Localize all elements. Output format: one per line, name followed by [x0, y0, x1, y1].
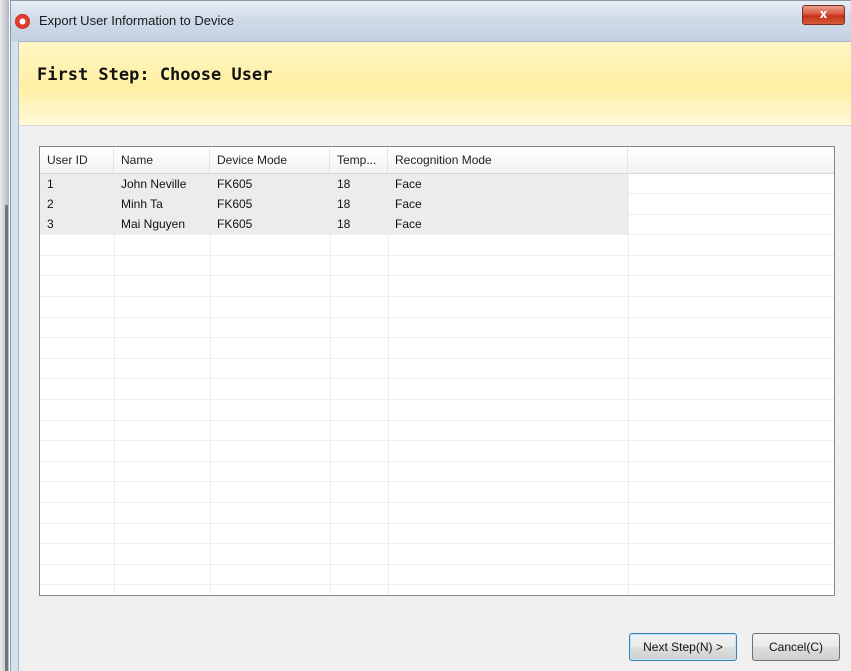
table-cell: 18	[337, 197, 351, 211]
step-header: First Step: Choose User	[19, 42, 851, 126]
column-header-3[interactable]: Temp...	[330, 147, 388, 173]
column-header-5[interactable]	[628, 147, 834, 173]
table-cell: John Neville	[121, 177, 187, 191]
column-header-4[interactable]: Recognition Mode	[388, 147, 628, 173]
table-cell: 3	[47, 217, 54, 231]
column-header-0[interactable]: User ID	[40, 147, 114, 173]
table-cell: Face	[395, 177, 422, 191]
table-row[interactable]: 2 Minh Ta FK605 18 Face	[40, 194, 628, 214]
window-title: Export User Information to Device	[39, 13, 235, 28]
app-icon	[15, 14, 30, 29]
table-cell: FK605	[217, 217, 253, 231]
table-cell: Minh Ta	[121, 197, 163, 211]
table-cell: 1	[47, 177, 54, 191]
step-title: First Step: Choose User	[37, 65, 273, 85]
table-cell: Face	[395, 217, 422, 231]
table-cell: Face	[395, 197, 422, 211]
table-cell: 2	[47, 197, 54, 211]
cancel-button[interactable]: Cancel(C)	[752, 633, 840, 661]
table-row[interactable]: 3 Mai Nguyen FK605 18 Face	[40, 214, 628, 234]
close-button[interactable]: x	[802, 5, 845, 25]
title-bar: Export User Information to Device x	[11, 1, 851, 41]
column-header-2[interactable]: Device Mode	[210, 147, 330, 173]
table-cell: 18	[337, 217, 351, 231]
user-list[interactable]: User ID Name Device Mode Temp... Recognition…	[39, 146, 835, 596]
column-header-1[interactable]: Name	[114, 147, 210, 173]
table-cell: Mai Nguyen	[121, 217, 186, 231]
export-dialog: Export User Information to Device x Firs…	[10, 0, 851, 671]
table-cell: FK605	[217, 177, 253, 191]
next-step-button[interactable]: Next Step(N) >	[629, 633, 737, 661]
table-row[interactable]: 1 John Neville FK605 18 Face	[40, 174, 628, 194]
column-header-row: User ID Name Device Mode Temp... Recognition…	[40, 147, 834, 174]
table-cell: FK605	[217, 197, 253, 211]
dialog-body: First Step: Choose User User ID Name Devic…	[18, 41, 851, 671]
background-window-edge	[0, 0, 9, 671]
table-cell: 18	[337, 177, 351, 191]
